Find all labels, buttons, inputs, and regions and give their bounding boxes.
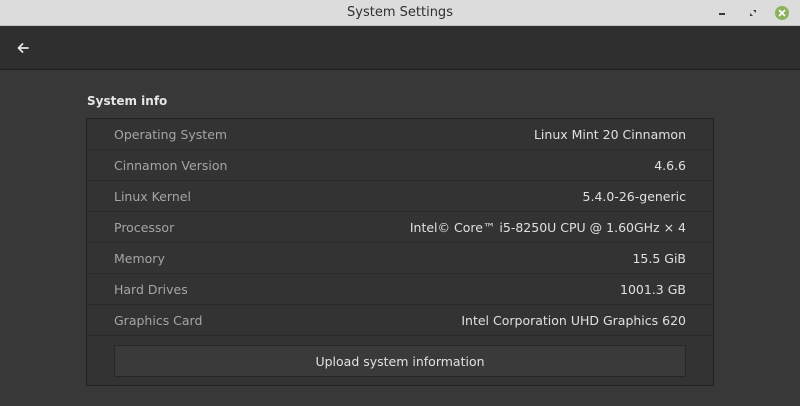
close-icon (778, 9, 786, 17)
info-value: Linux Mint 20 Cinnamon (533, 126, 686, 142)
info-row-operating-system: Operating System Linux Mint 20 Cinnamon (87, 119, 713, 150)
minimize-button[interactable] (713, 4, 731, 22)
header-bar (0, 26, 800, 70)
info-row-processor: Processor Intel© Core™ i5-8250U CPU @ 1.… (87, 212, 713, 243)
close-button[interactable] (773, 4, 791, 22)
close-button-circle (775, 6, 789, 20)
info-label: Linux Kernel (114, 188, 191, 204)
info-label: Memory (114, 250, 165, 266)
info-label: Hard Drives (114, 281, 188, 297)
info-row-cinnamon-version: Cinnamon Version 4.6.6 (87, 150, 713, 181)
minimize-icon (719, 13, 725, 15)
title-bar: System Settings (0, 0, 800, 26)
section-title: System info (87, 94, 168, 108)
info-value: 15.5 GiB (632, 250, 686, 266)
info-value: 1001.3 GB (620, 281, 686, 297)
info-label: Cinnamon Version (114, 157, 228, 173)
info-value: Intel Corporation UHD Graphics 620 (461, 312, 686, 328)
info-label: Processor (114, 219, 175, 235)
system-info-panel: Operating System Linux Mint 20 Cinnamon … (86, 118, 714, 386)
upload-system-information-button[interactable]: Upload system information (114, 345, 686, 377)
maximize-button[interactable] (744, 4, 762, 22)
info-label: Graphics Card (114, 312, 203, 328)
info-label: Operating System (114, 126, 228, 142)
info-value: Intel© Core™ i5-8250U CPU @ 1.60GHz × 4 (409, 219, 686, 235)
arrow-left-icon (17, 43, 29, 53)
system-settings-window: System Settings System info Operating Sy… (0, 0, 800, 406)
info-row-memory: Memory 15.5 GiB (87, 243, 713, 274)
window-title: System Settings (347, 5, 453, 20)
maximize-icon (750, 10, 756, 16)
info-row-graphics-card: Graphics Card Intel Corporation UHD Grap… (87, 305, 713, 336)
back-button[interactable] (10, 36, 36, 60)
info-value: 4.6.6 (654, 157, 686, 173)
info-row-hard-drives: Hard Drives 1001.3 GB (87, 274, 713, 305)
info-value: 5.4.0-26-generic (582, 188, 686, 204)
info-row-linux-kernel: Linux Kernel 5.4.0-26-generic (87, 181, 713, 212)
